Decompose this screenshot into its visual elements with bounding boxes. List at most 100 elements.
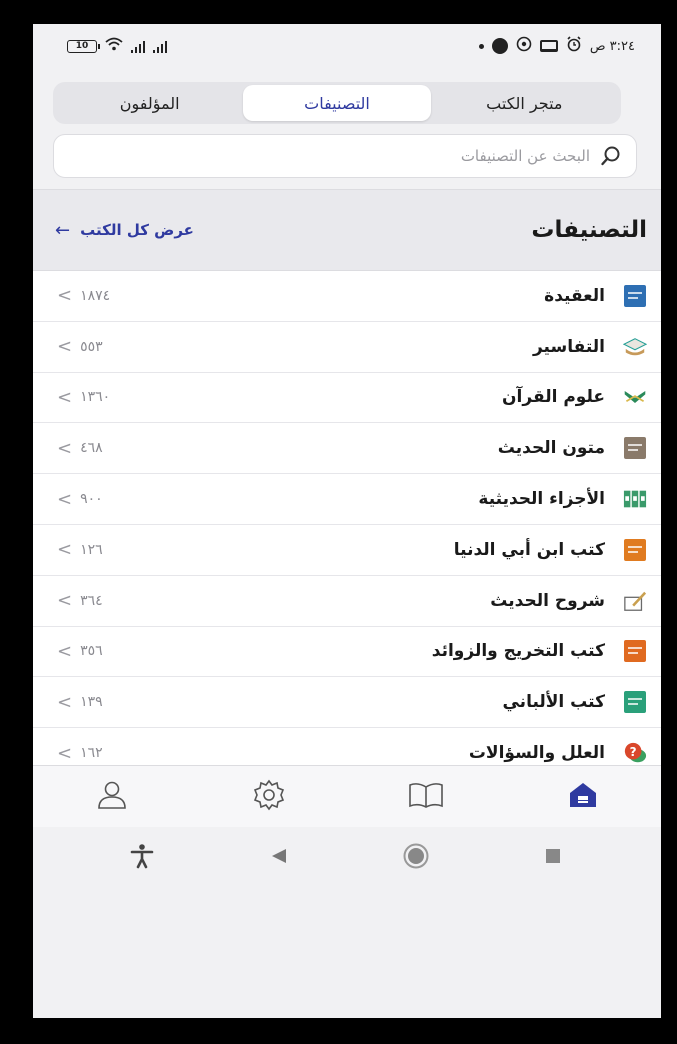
category-count-value: ٣٦٤ xyxy=(80,592,103,609)
category-count: < ١٢٦ xyxy=(57,539,103,560)
category-row[interactable]: كتب ابن أبي الدنيا < ١٢٦ xyxy=(33,525,661,576)
category-count: < ١٨٧٤ xyxy=(57,285,110,306)
hadith-volumes-icon xyxy=(623,487,647,511)
category-row[interactable]: متون الحديث < ٤٦٨ xyxy=(33,423,661,475)
chevron-left-icon: < xyxy=(57,640,73,662)
gear-icon xyxy=(252,778,286,816)
category-count-value: ٤٦٨ xyxy=(80,440,103,457)
category-count: < ١٦٢ xyxy=(57,743,103,764)
page-title: التصنيفات xyxy=(531,217,647,243)
category-count-value: ٩٠٠ xyxy=(80,491,103,508)
home-circle-icon xyxy=(402,842,430,874)
search-input[interactable] xyxy=(68,147,600,165)
tab-authors[interactable]: المؤلفون xyxy=(56,85,243,121)
person-icon xyxy=(95,780,129,814)
category-count-value: ١٣٦٠ xyxy=(80,389,111,406)
screen-cast-icon xyxy=(539,40,558,52)
tab-categories[interactable]: التصنيفات xyxy=(243,85,431,121)
chevron-left-icon: < xyxy=(57,742,73,764)
chevron-left-icon: < xyxy=(57,488,73,510)
home-nav-button[interactable] xyxy=(396,838,436,878)
category-count: < ٩٠٠ xyxy=(57,489,103,510)
category-count: < ١٣٩ xyxy=(57,692,103,713)
status-bar: 10 ٣:٢٤ ص xyxy=(33,24,661,68)
chevron-left-icon: < xyxy=(57,691,73,713)
category-title: كتب ابن أبي الدنيا xyxy=(453,539,605,560)
messenger-icon xyxy=(491,38,508,54)
category-title: التفاسير xyxy=(532,336,605,357)
graduation-cap-icon xyxy=(623,335,647,359)
phone-screen: 10 ٣:٢٤ ص متجر الكتب التصنيفات المؤلفون xyxy=(33,24,661,1018)
status-time: ٣:٢٤ ص xyxy=(589,38,635,54)
category-title: كتب الألباني xyxy=(502,692,605,713)
category-count: < ٣٥٦ xyxy=(57,641,103,662)
chevron-left-icon: < xyxy=(57,386,73,408)
battery-icon: 10 xyxy=(67,39,100,53)
takhrij-book-icon xyxy=(623,639,647,663)
chevron-left-icon: < xyxy=(57,437,73,459)
category-title: شروح الحديث xyxy=(490,590,605,611)
alarm-icon xyxy=(566,36,582,56)
category-title: متون الحديث xyxy=(497,438,605,459)
home-icon xyxy=(568,781,598,813)
category-row[interactable]: علوم القرآن < ١٣٦٠ xyxy=(33,373,661,424)
category-row[interactable]: الأجزاء الحديثية < ٩٠٠ xyxy=(33,474,661,525)
whatsapp-icon xyxy=(516,36,532,56)
hadith-texts-book-icon xyxy=(623,436,647,460)
notification-dot-icon xyxy=(478,43,484,49)
svg-text:?: ? xyxy=(630,745,637,759)
search-icon[interactable] xyxy=(600,145,622,167)
open-book-icon xyxy=(408,781,444,813)
tab-home[interactable] xyxy=(553,777,613,817)
recents-button[interactable] xyxy=(533,838,573,878)
bottom-tab-bar xyxy=(33,765,661,827)
category-row[interactable]: العقيدة < ١٨٧٤ xyxy=(33,271,661,322)
category-row[interactable]: التفاسير < ٥٥٣ xyxy=(33,322,661,373)
category-count-value: ١٨٧٤ xyxy=(80,287,111,304)
chevron-left-icon: < xyxy=(57,539,73,561)
pen-writing-icon xyxy=(623,589,647,613)
category-title: علوم القرآن xyxy=(502,387,605,408)
status-right: ٣:٢٤ ص xyxy=(478,36,635,56)
category-count-value: ٥٥٣ xyxy=(80,338,103,355)
category-count-value: ٣٥٦ xyxy=(80,643,103,660)
back-triangle-icon xyxy=(270,847,288,869)
accessibility-button[interactable] xyxy=(122,838,162,878)
category-count: < ٥٥٣ xyxy=(57,336,103,357)
category-title: العقيدة xyxy=(544,285,605,306)
signal-icon-2 xyxy=(153,40,167,53)
category-count-value: ١٣٩ xyxy=(80,694,103,711)
categories-list: العقيدة < ١٨٧٤ التفاسير < ٥٥٣ علوم القرآ… xyxy=(33,271,661,765)
system-navigation-bar xyxy=(33,827,661,1018)
category-count: < ٤٦٨ xyxy=(57,438,103,459)
tab-book-store[interactable]: متجر الكتب xyxy=(431,85,618,121)
category-row[interactable]: كتب التخريج والزوائد < ٣٥٦ xyxy=(33,627,661,678)
wifi-icon xyxy=(105,37,123,55)
question-bubble-icon: ? xyxy=(623,741,647,765)
category-title: الأجزاء الحديثية xyxy=(478,489,605,510)
signal-icon xyxy=(131,40,145,53)
category-row[interactable]: كتب الألباني < ١٣٩ xyxy=(33,677,661,729)
category-count-value: ١٦٢ xyxy=(80,745,103,762)
category-title: كتب التخريج والزوائد xyxy=(431,641,605,662)
tab-profile[interactable] xyxy=(82,777,142,817)
albani-book-icon xyxy=(623,690,647,714)
view-all-label: عرض كل الكتب xyxy=(80,221,194,239)
view-all-books-link[interactable]: عرض كل الكتب ← xyxy=(55,220,194,241)
ibn-abi-dunya-book-icon xyxy=(623,538,647,562)
categories-header: التصنيفات عرض كل الكتب ← xyxy=(33,189,661,271)
category-row[interactable]: شروح الحديث < ٣٦٤ xyxy=(33,576,661,627)
category-count-value: ١٢٦ xyxy=(80,541,103,558)
tab-library[interactable] xyxy=(396,777,456,817)
category-count: < ٣٦٤ xyxy=(57,590,103,611)
back-button[interactable] xyxy=(259,838,299,878)
status-left: 10 xyxy=(67,37,167,55)
open-quran-icon xyxy=(623,385,647,409)
recents-square-icon xyxy=(544,847,562,869)
chevron-left-icon: < xyxy=(57,590,73,612)
tab-settings[interactable] xyxy=(239,777,299,817)
segmented-tabs: متجر الكتب التصنيفات المؤلفون xyxy=(53,82,621,124)
arrow-left-icon: ← xyxy=(55,219,71,241)
category-title: العلل والسؤالات xyxy=(468,743,605,764)
category-row[interactable]: ? العلل والسؤالات < ١٦٢ xyxy=(33,728,661,765)
